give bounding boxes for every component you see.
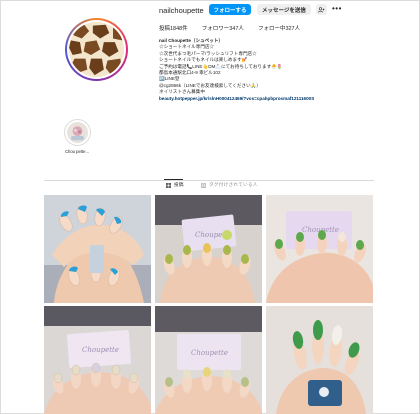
grid-icon (166, 182, 171, 188)
post-2[interactable]: Choupette (155, 195, 262, 303)
profile-stats: 投稿1848件 フォロワー347人 フォロー中327人 (159, 24, 300, 32)
message-button[interactable]: メッセージを送信 (257, 4, 311, 15)
posts-grid: Choupette Choupette Choupette Choupette (44, 195, 374, 414)
profile-avatar[interactable] (65, 18, 128, 81)
tagged-icon (201, 182, 206, 188)
post-image: Choupette (44, 306, 151, 414)
post-image (44, 195, 151, 303)
svg-text:Choupette: Choupette (191, 349, 228, 357)
followers-count[interactable]: フォロワー347人 (202, 24, 244, 32)
svg-text:Choupette: Choupette (82, 346, 119, 354)
post-image: Choupette (266, 195, 373, 303)
follow-button[interactable]: フォローする (209, 4, 251, 15)
post-image (266, 306, 373, 414)
posts-count: 投稿1848件 (159, 26, 188, 32)
active-tab-indicator (164, 179, 183, 180)
highlight-cover-image (66, 122, 88, 143)
tab-posts[interactable]: 投稿 (166, 182, 184, 188)
person-add-icon[interactable] (316, 4, 327, 15)
tab-posts-label: 投稿 (174, 182, 184, 187)
post-image: Choupette (155, 306, 262, 414)
profile-page: nailchoupette フォローする メッセージを送信 ••• 投稿1848… (0, 0, 420, 414)
profile-username: nailchoupette (159, 6, 204, 15)
following-count[interactable]: フォロー中327人 (258, 24, 300, 32)
post-5[interactable]: Choupette (155, 306, 262, 414)
profile-bio: nail Choupette（シュペット） ☆ショートネイル専門店☆ ☆次世代ま… (159, 38, 389, 102)
story-highlight[interactable]: Chou pette... (57, 119, 97, 154)
more-horizontal-icon[interactable]: ••• (332, 4, 342, 13)
tab-tagged[interactable]: タグ付けされている人 (201, 182, 258, 188)
post-image: Choupette (155, 195, 262, 303)
tab-tagged-label: タグ付けされている人 (209, 182, 258, 187)
tabs-divider (44, 180, 374, 181)
highlight-label: Chou pette... (65, 149, 89, 154)
post-6[interactable] (266, 306, 373, 414)
post-1[interactable] (44, 195, 151, 303)
post-4[interactable]: Choupette (44, 306, 151, 414)
post-3[interactable]: Choupette (266, 195, 373, 303)
giraffe-pattern-image (69, 22, 124, 77)
bio-link[interactable]: beauty.hotpepper.jp/kr/slnH000412469/?vo… (159, 96, 389, 102)
